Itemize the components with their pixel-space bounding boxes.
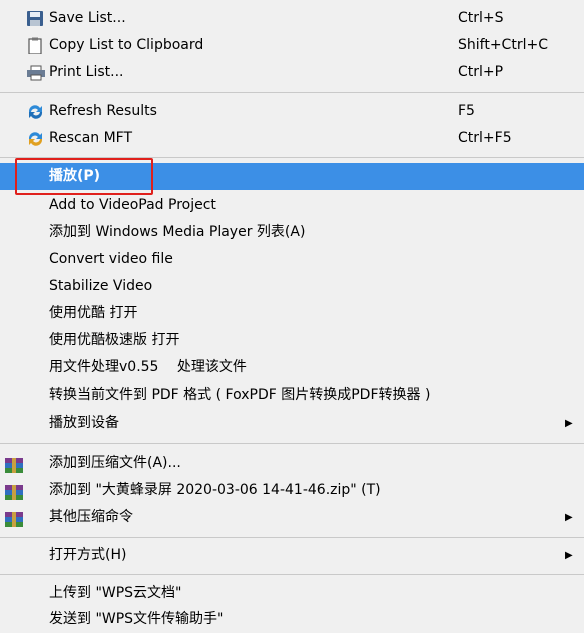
- highlight-annotation: [15, 158, 153, 195]
- menu-item-shortcut: Ctrl+S: [458, 10, 504, 26]
- menu-item-label: 其他压缩命令: [49, 509, 133, 525]
- rescan-icon: [26, 130, 45, 147]
- clipboard-icon: [26, 37, 45, 55]
- menu-item-copy-list[interactable]: Copy List to Clipboard Shift+Ctrl+C: [0, 32, 584, 59]
- menu-item-label: Add to VideoPad Project: [49, 197, 216, 213]
- menu-item-add-to-archive[interactable]: 添加到压缩文件(A)...: [0, 450, 584, 477]
- submenu-arrow-icon: ▶: [565, 512, 573, 523]
- printer-icon: [26, 64, 45, 81]
- menu-item-label: 打开方式(H): [49, 547, 127, 563]
- winrar-icon: [5, 510, 23, 527]
- winrar-icon: [5, 483, 23, 500]
- menu-item-add-to-zip[interactable]: 添加到 "大黄蜂录屏 2020-03-06 14-41-46.zip" (T): [0, 477, 584, 504]
- menu-item-label: 播放到设备: [49, 415, 119, 431]
- menu-item-save-list[interactable]: Save List... Ctrl+S: [0, 5, 584, 32]
- winrar-icon: [5, 456, 23, 473]
- menu-item-file-process[interactable]: 用文件处理v0.55 处理该文件: [0, 354, 584, 381]
- menu-item-label: Stabilize Video: [49, 278, 153, 294]
- menu-item-shortcut: Ctrl+F5: [458, 130, 512, 146]
- refresh-icon: [26, 103, 45, 120]
- menu-item-open-youku[interactable]: 使用优酷 打开: [0, 300, 584, 327]
- menu-item-label: 发送到 "WPS文件传输助手": [49, 611, 224, 627]
- menu-item-shortcut: F5: [458, 103, 475, 119]
- menu-item-label: Rescan MFT: [49, 130, 133, 146]
- menu-item-label: 添加到 "大黄蜂录屏 2020-03-06 14-41-46.zip" (T): [49, 482, 381, 498]
- menu-item-shortcut: Ctrl+P: [458, 64, 504, 80]
- menu-item-label: 上传到 "WPS云文档": [49, 585, 182, 601]
- menu-item-convert-video[interactable]: Convert video file: [0, 246, 584, 273]
- menu-item-add-to-wmp[interactable]: 添加到 Windows Media Player 列表(A): [0, 219, 584, 246]
- menu-item-convert-pdf[interactable]: 转换当前文件到 PDF 格式 ( FoxPDF 图片转换成PDF转换器 ): [0, 382, 584, 409]
- menu-item-label: 使用优酷 打开: [49, 305, 138, 321]
- menu-item-upload-wps[interactable]: 上传到 "WPS云文档": [0, 580, 584, 607]
- menu-item-label: Save List...: [49, 10, 126, 26]
- menu-item-other-compress[interactable]: 其他压缩命令 ▶: [0, 504, 584, 531]
- menu-item-shortcut: Shift+Ctrl+C: [458, 37, 548, 53]
- menu-item-print-list[interactable]: Print List... Ctrl+P: [0, 59, 584, 86]
- menu-separator: [0, 537, 584, 538]
- menu-item-stabilize-video[interactable]: Stabilize Video: [0, 273, 584, 300]
- menu-separator: [0, 574, 584, 575]
- menu-item-label: 转换当前文件到 PDF 格式 ( FoxPDF 图片转换成PDF转换器 ): [49, 387, 431, 403]
- menu-separator: [0, 443, 584, 444]
- menu-item-label: 用文件处理v0.55 处理该文件: [49, 359, 247, 375]
- menu-item-label: 添加到压缩文件(A)...: [49, 455, 181, 471]
- menu-item-label: Print List...: [49, 64, 124, 80]
- menu-separator: [0, 92, 584, 93]
- save-icon: [26, 10, 45, 27]
- menu-item-refresh-results[interactable]: Refresh Results F5: [0, 98, 584, 125]
- submenu-arrow-icon: ▶: [565, 550, 573, 561]
- menu-item-label: 使用优酷极速版 打开: [49, 332, 180, 348]
- menu-item-label: Copy List to Clipboard: [49, 37, 204, 53]
- submenu-arrow-icon: ▶: [565, 418, 573, 429]
- menu-item-add-to-videopad[interactable]: Add to VideoPad Project: [0, 192, 584, 219]
- menu-item-rescan-mft[interactable]: Rescan MFT Ctrl+F5: [0, 125, 584, 152]
- menu-item-open-with[interactable]: 打开方式(H) ▶: [0, 542, 584, 569]
- context-menu: Save List... Ctrl+S Copy List to Clipboa…: [0, 0, 584, 632]
- menu-item-cast-to-device[interactable]: 播放到设备 ▶: [0, 410, 584, 437]
- menu-item-label: Convert video file: [49, 251, 173, 267]
- menu-item-open-youku-lite[interactable]: 使用优酷极速版 打开: [0, 327, 584, 354]
- menu-item-send-wps[interactable]: 发送到 "WPS文件传输助手": [0, 606, 584, 633]
- menu-item-label: 添加到 Windows Media Player 列表(A): [49, 224, 306, 240]
- menu-item-label: Refresh Results: [49, 103, 157, 119]
